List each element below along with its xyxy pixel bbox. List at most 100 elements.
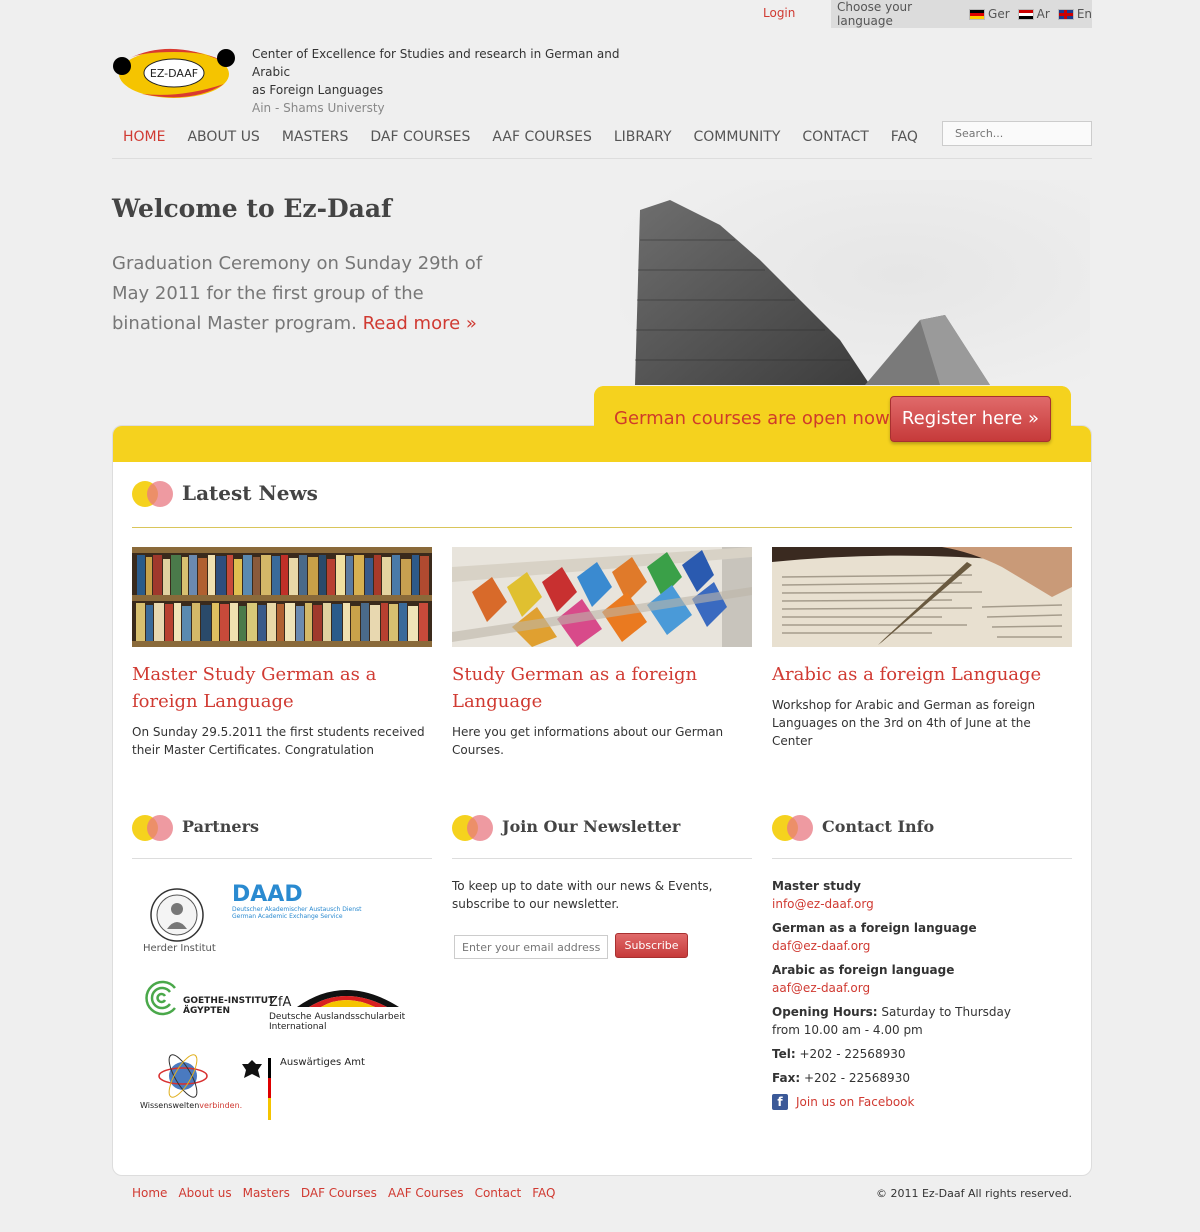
footer-faq[interactable]: FAQ	[532, 1186, 555, 1200]
herder-seal-icon[interactable]	[150, 887, 205, 943]
newsletter-title: Join Our Newsletter	[502, 817, 681, 836]
writing-hand-image[interactable]	[772, 547, 1072, 647]
daad-logo[interactable]: DAAD	[232, 882, 303, 907]
news-item-1-title[interactable]: Master Study German as a foreign Languag…	[132, 661, 432, 715]
news-item-1-text: On Sunday 29.5.2011 the first students r…	[132, 725, 425, 757]
tel-label: Tel:	[772, 1047, 796, 1061]
nav-divider	[112, 158, 1092, 159]
nav-masters[interactable]: MASTERS	[271, 127, 360, 147]
german-email-link[interactable]: daf@ez-daaf.org	[772, 939, 870, 953]
lang-english[interactable]: En	[1057, 7, 1092, 21]
arabic-email-link[interactable]: aaf@ez-daaf.org	[772, 981, 870, 995]
nav-faq[interactable]: FAQ	[880, 127, 929, 147]
nav-daf-courses[interactable]: DAF COURSES	[359, 127, 481, 147]
logo-mark-text: EZ-DAAF	[150, 67, 198, 80]
contact-arabic: Arabic as foreign language aaf@ez-daaf.o…	[772, 961, 1072, 997]
wissenswelten-label: Wissensweltenverbinden.	[140, 1101, 242, 1110]
herder-label: Herder Institut	[143, 943, 216, 954]
footer-home[interactable]: Home	[132, 1186, 167, 1200]
flag-stripe-gold	[268, 1098, 271, 1120]
master-email-link[interactable]: info@ez-daaf.org	[772, 897, 874, 911]
footer-contact[interactable]: Contact	[475, 1186, 522, 1200]
facebook-icon: f	[772, 1094, 788, 1110]
pyramid-hero-image	[620, 180, 1090, 390]
lang-arabic[interactable]: Ar	[1017, 7, 1050, 21]
zfa-sub-line2: International	[269, 1022, 327, 1032]
facebook-label: Join us on Facebook	[796, 1095, 915, 1109]
register-button-overlay[interactable]: Register here »	[890, 396, 1051, 442]
tagline-line1: Center of Excellence for Studies and res…	[252, 47, 620, 79]
lang-german[interactable]: Ger	[969, 7, 1010, 21]
footer-aaf-courses[interactable]: AAF Courses	[388, 1186, 464, 1200]
zfa-logo: ZfA	[269, 995, 292, 1010]
ez-daaf-logo[interactable]: EZ-DAAF	[112, 44, 237, 102]
daad-subtitle: Deutscher Akademischer Austausch Dienst …	[232, 906, 361, 920]
news-item-3-title[interactable]: Arabic as a foreign Language	[772, 661, 1072, 688]
wissenswelten-word1: Wissenswelten	[140, 1101, 200, 1110]
fax-label: Fax:	[772, 1071, 801, 1085]
language-bar: Choose your language Ger Ar En	[831, 0, 1092, 28]
contact-hours: Opening Hours: Saturday to Thursday from…	[772, 1003, 1072, 1039]
nav-community[interactable]: COMMUNITY	[683, 127, 792, 147]
contact-circles-icon	[772, 815, 814, 841]
goethe-line1: GOETHE-INSTITUT	[183, 996, 275, 1006]
master-label: Master study	[772, 879, 861, 893]
auswaertiges-amt-label[interactable]: Auswärtiges Amt	[280, 1057, 365, 1068]
german-label: German as a foreign language	[772, 921, 977, 935]
section-circles-icon	[132, 481, 174, 507]
language-label: Choose your language	[837, 0, 913, 28]
wissenswelten-atom-icon[interactable]	[158, 1048, 208, 1100]
goethe-logo-icon[interactable]	[140, 980, 182, 1016]
uk-flag-icon	[1057, 8, 1074, 20]
contact-fax: Fax: +202 - 22568930	[772, 1069, 1072, 1087]
goethe-line2: ÄGYPTEN	[183, 1006, 231, 1016]
arabic-label: Arabic as foreign language	[772, 963, 955, 977]
partners-circles-icon	[132, 815, 174, 841]
subscribe-button[interactable]: Subscribe	[615, 933, 688, 958]
nav-home[interactable]: HOME	[112, 127, 176, 147]
news-divider	[132, 527, 1072, 528]
contact-title: Contact Info	[822, 817, 935, 836]
news-item-2-title[interactable]: Study German as a foreign Language	[452, 661, 752, 715]
news-item-2-text: Here you get informations about our Germ…	[452, 725, 724, 757]
newsletter-email-input[interactable]	[454, 935, 608, 959]
news-item-3-text: Workshop for Arabic and German as foreig…	[772, 698, 1036, 748]
contact-master: Master study info@ez-daaf.org	[772, 877, 1072, 913]
nav-about-us[interactable]: ABOUT US	[176, 127, 270, 147]
university-name: Ain - Shams Universty	[252, 101, 385, 115]
hours-time: from 10.00 am - 4.00 pm	[772, 1023, 923, 1037]
daad-sub-line1: Deutscher Akademischer Austausch Dienst	[232, 906, 362, 913]
lang-english-label: En	[1076, 7, 1092, 21]
lecture-hall-chairs-image[interactable]	[452, 547, 752, 647]
lang-german-label: Ger	[988, 7, 1010, 21]
contact-divider	[772, 858, 1072, 859]
nav-aaf-courses[interactable]: AAF COURSES	[481, 127, 602, 147]
egypt-flag-icon	[1017, 8, 1034, 20]
zfa-arc-icon[interactable]	[295, 981, 401, 1009]
footer-about-us[interactable]: About us	[178, 1186, 231, 1200]
footer-daf-courses[interactable]: DAF Courses	[301, 1186, 377, 1200]
nav-library[interactable]: LIBRARY	[603, 127, 683, 147]
contact-tel: Tel: +202 - 22568930	[772, 1045, 1072, 1063]
contact-german: German as a foreign language daf@ez-daaf…	[772, 919, 1072, 955]
goethe-label: GOETHE-INSTITUT ÄGYPTEN	[183, 996, 274, 1016]
search-input[interactable]	[942, 121, 1092, 146]
hours-value: Saturday to Thursday	[881, 1005, 1011, 1019]
federal-eagle-icon[interactable]	[240, 1058, 264, 1082]
page-title: Welcome to Ez-Daaf	[112, 194, 392, 223]
courses-banner-text-overlay: German courses are open now	[614, 408, 890, 429]
footer-nav: Home About us Masters DAF Courses AAF Co…	[132, 1186, 556, 1200]
contact-info: Master study info@ez-daaf.org German as …	[772, 877, 1072, 1111]
hours-label: Opening Hours:	[772, 1005, 878, 1019]
newsletter-divider	[452, 858, 752, 859]
read-more-link[interactable]: Read more »	[363, 313, 477, 334]
daad-sub-line2: German Academic Exchange Service	[232, 913, 343, 920]
nav-contact[interactable]: CONTACT	[791, 127, 879, 147]
facebook-link[interactable]: f Join us on Facebook	[772, 1093, 1072, 1111]
lang-arabic-label: Ar	[1036, 7, 1050, 21]
login-link[interactable]: Login	[763, 6, 795, 20]
wissenswelten-word2: verbinden.	[199, 1101, 243, 1110]
bookshelf-image[interactable]	[132, 547, 432, 647]
latest-news-title: Latest News	[182, 481, 318, 505]
footer-masters[interactable]: Masters	[243, 1186, 290, 1200]
